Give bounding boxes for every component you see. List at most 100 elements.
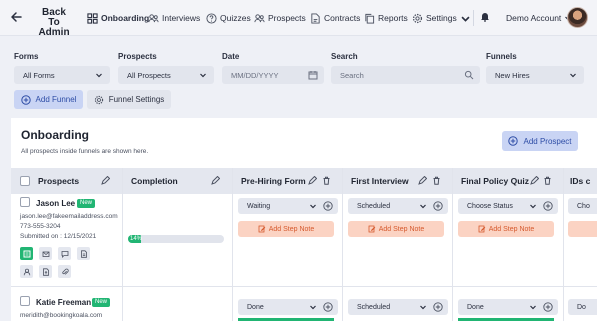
prospect-phone: 773-555-3204 xyxy=(20,223,61,230)
upload-button[interactable] xyxy=(39,265,52,278)
plus-circle-icon[interactable] xyxy=(323,302,333,312)
column-header-first-interview: First Interview xyxy=(351,176,409,186)
prospect-name[interactable]: Katie Freeman xyxy=(36,298,91,307)
nav-item-onboarding[interactable]: Onboarding xyxy=(87,11,149,25)
nav-item-reports[interactable]: Reports xyxy=(364,11,408,25)
completion-progress-bar xyxy=(128,235,224,243)
nav-item-label: Onboarding xyxy=(101,13,150,23)
forms-select[interactable]: All Forms xyxy=(14,66,110,84)
add-prospect-button[interactable]: Add Prospect xyxy=(502,131,578,151)
add-step-note-button[interactable] xyxy=(568,221,597,237)
gear-icon xyxy=(94,95,103,104)
back-to-admin-link[interactable]: Back To Admin xyxy=(37,8,71,38)
funnels-select[interactable]: New Hires xyxy=(486,66,584,84)
edit-icon[interactable] xyxy=(211,176,220,185)
plus-circle-icon[interactable] xyxy=(433,201,443,211)
prospects-select[interactable]: All Prospects xyxy=(118,66,214,84)
plus-circle-icon[interactable] xyxy=(323,201,333,211)
prospect-submitted: Submitted on : 12/15/2021 xyxy=(20,233,97,240)
calendar-icon xyxy=(308,71,318,80)
edit-icon[interactable] xyxy=(418,176,427,185)
add-step-note-button[interactable]: Add Step Note xyxy=(238,221,334,237)
pre-hiring-form-status-select[interactable]: Done xyxy=(238,299,338,315)
prospect-name[interactable]: Jason Lee xyxy=(36,199,75,208)
account-menu[interactable]: Demo Account xyxy=(506,13,572,23)
nav-item-settings[interactable]: Settings xyxy=(412,11,471,25)
forms-select-value: All Forms xyxy=(23,70,55,80)
profile-button[interactable] xyxy=(20,265,33,278)
column-header-completion: Completion xyxy=(131,176,178,186)
nav-item-label: Interviews xyxy=(162,13,201,23)
step-note-label: Add Step Note xyxy=(378,225,425,233)
row-checkbox[interactable] xyxy=(20,296,30,306)
column-divider xyxy=(452,168,453,321)
final-policy-quiz-status-select[interactable]: Choose Status xyxy=(458,198,558,214)
status-value: Waiting xyxy=(247,202,271,210)
plus-circle-icon[interactable] xyxy=(543,302,553,312)
add-step-note-button[interactable]: Add Step Note xyxy=(348,221,444,237)
edit-icon[interactable] xyxy=(101,176,110,185)
column-divider xyxy=(342,168,343,321)
status-value: Done xyxy=(467,303,484,311)
bell-icon[interactable] xyxy=(480,11,490,22)
nav-item-quizzes[interactable]: Quizzes xyxy=(206,11,251,25)
pre-hiring-form-status-select[interactable]: Waiting xyxy=(238,198,338,214)
paperclip-icon xyxy=(61,268,69,275)
chevron-down-icon xyxy=(530,204,536,209)
status-badge: New xyxy=(77,199,96,208)
message-button[interactable] xyxy=(58,247,71,260)
page-title: Onboarding xyxy=(21,128,89,142)
chevron-down-icon xyxy=(570,73,576,78)
funnel-settings-button[interactable]: Funnel Settings xyxy=(87,90,171,109)
trash-icon[interactable] xyxy=(543,176,552,185)
row-checkbox[interactable] xyxy=(20,197,30,207)
nav-divider xyxy=(473,10,474,26)
email-button[interactable] xyxy=(39,247,52,260)
trash-icon[interactable] xyxy=(322,176,331,185)
attach-button[interactable] xyxy=(58,265,71,278)
ids-status-select[interactable]: Cho xyxy=(568,198,597,214)
chevron-down-icon xyxy=(96,73,102,78)
view-form-button[interactable] xyxy=(20,247,33,260)
nav-item-prospects[interactable]: Prospects xyxy=(254,11,306,25)
onboarding-card: Onboarding All prospects inside funnels … xyxy=(11,118,597,321)
final-policy-quiz-status-select[interactable]: Done xyxy=(458,299,558,315)
plus-circle-icon xyxy=(20,94,31,105)
search-input[interactable]: Search xyxy=(331,66,480,84)
forms-filter-label: Forms xyxy=(14,52,39,61)
chevron-down-icon xyxy=(310,204,316,209)
nav-item-interviews[interactable]: Interviews xyxy=(148,11,200,25)
date-input-placeholder: MM/DD/YYYY xyxy=(231,70,279,80)
file-edit-icon xyxy=(311,12,320,24)
back-arrow-icon[interactable] xyxy=(9,10,23,24)
avatar[interactable] xyxy=(567,7,588,28)
status-value: Scheduled xyxy=(357,202,391,210)
column-header-prospects: Prospects xyxy=(38,176,80,186)
edit-icon[interactable] xyxy=(530,176,539,185)
message-icon xyxy=(61,250,68,258)
nav-item-label: Contracts xyxy=(324,13,361,23)
ids-status-select[interactable]: Do xyxy=(568,299,597,315)
plus-circle-icon[interactable] xyxy=(543,201,553,211)
status-value: Choose Status xyxy=(467,202,513,210)
date-input[interactable]: MM/DD/YYYY xyxy=(222,66,324,84)
trash-icon[interactable] xyxy=(432,176,441,185)
search-icon xyxy=(464,70,474,80)
select-all-checkbox[interactable] xyxy=(20,176,30,186)
document-icon xyxy=(80,249,87,258)
add-funnel-button[interactable]: Add Funnel xyxy=(14,90,83,109)
copy-icon xyxy=(365,13,375,24)
nav-item-contracts[interactable]: Contracts xyxy=(310,11,360,25)
nav-item-label: Settings xyxy=(426,13,457,23)
document-button[interactable] xyxy=(77,247,90,260)
plus-circle-icon[interactable] xyxy=(433,302,443,312)
search-filter-label: Search xyxy=(331,52,358,61)
date-filter-label: Date xyxy=(222,52,240,61)
edit-icon[interactable] xyxy=(308,176,317,185)
account-name: Demo Account xyxy=(506,13,562,23)
first-interview-status-select[interactable]: Scheduled xyxy=(348,198,448,214)
nav-item-label: Quizzes xyxy=(220,13,251,23)
add-step-note-button[interactable]: Add Step Note xyxy=(458,221,554,237)
status-value: Scheduled xyxy=(357,303,391,311)
first-interview-status-select[interactable]: Scheduled xyxy=(348,299,448,315)
